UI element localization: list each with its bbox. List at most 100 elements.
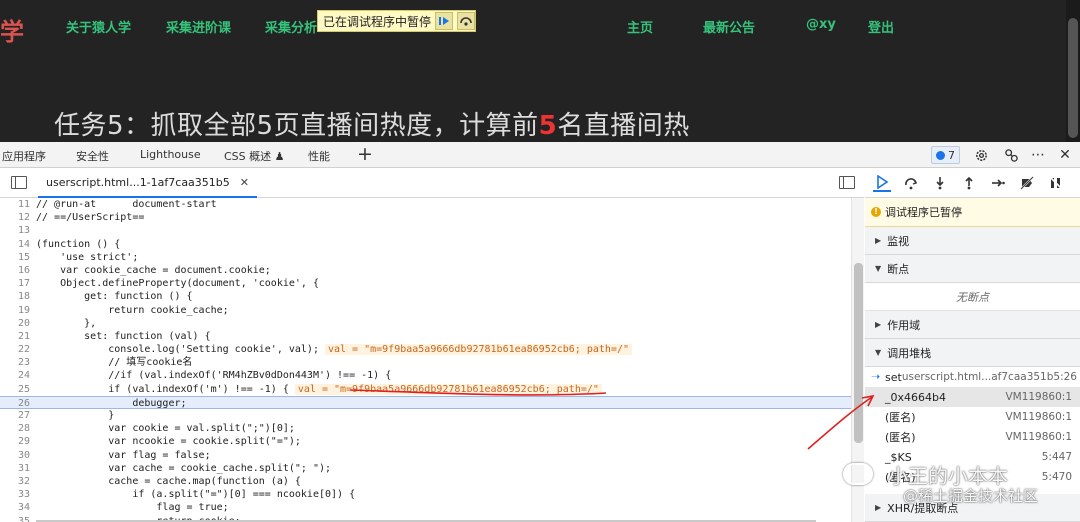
code-line[interactable]: 31 var cache = cookie_cache.split("; "); [0, 462, 851, 475]
line-number[interactable]: 18 [0, 290, 36, 303]
nav-link-logout[interactable]: 登出 [868, 17, 894, 36]
code-line[interactable]: 25 if (val.indexOf('m') !== -1) {val = "… [0, 383, 851, 396]
code-line[interactable]: 18 get: function () { [0, 290, 851, 303]
add-tab-icon[interactable]: + [357, 143, 373, 165]
page-title-text-end: 名直播间热 [557, 111, 690, 141]
call-stack-frame[interactable]: (匿名) VM119860:1 [865, 427, 1080, 447]
section-scope[interactable]: ▶ 作用域 [865, 311, 1080, 339]
code-line[interactable]: 24 //if (val.indexOf('RM4hZBv0dDon443M')… [0, 369, 851, 382]
line-number[interactable]: 16 [0, 264, 36, 277]
pause-on-exceptions-button[interactable] [1047, 174, 1065, 192]
frame-location-link[interactable]: userscript.html...af7caa351b5:26 [902, 371, 1077, 383]
line-number[interactable]: 11 [0, 198, 36, 211]
nav-link-advanced-course[interactable]: 采集进阶课 [166, 17, 231, 36]
line-number[interactable]: 30 [0, 449, 36, 462]
line-number[interactable]: 23 [0, 356, 36, 369]
code-line[interactable]: 34 flag = true; [0, 501, 851, 514]
line-number[interactable]: 33 [0, 488, 36, 501]
line-number[interactable]: 17 [0, 277, 36, 290]
line-number[interactable]: 25 [0, 383, 36, 396]
nav-link-analysis[interactable]: 采集分析 [265, 17, 317, 36]
code-line[interactable]: 21 set: function (val) { [0, 330, 851, 343]
tab-lighthouse[interactable]: Lighthouse [140, 148, 201, 161]
page-title-highlight: 5 [538, 111, 558, 141]
line-number[interactable]: 22 [0, 343, 36, 356]
code-line[interactable]: 26 debugger; [0, 395, 851, 409]
call-stack-frame[interactable]: _0x4664b4 VM119860:1 [865, 387, 1080, 407]
code-scrollbar-thumb[interactable] [854, 263, 863, 443]
line-number[interactable]: 24 [0, 369, 36, 382]
code-line[interactable]: 30 var flag = false; [0, 449, 851, 462]
line-number[interactable]: 15 [0, 251, 36, 264]
code-line[interactable]: 12// ==/UserScript== [0, 211, 851, 224]
code-line[interactable]: 19 return cookie_cache; [0, 304, 851, 317]
code-line[interactable]: 13 [0, 224, 851, 237]
frame-location-link[interactable]: VM119860:1 [1005, 391, 1072, 403]
step-into-button[interactable] [931, 174, 949, 192]
code-line[interactable]: 32 cache = cache.map(function (a) { [0, 475, 851, 488]
code-line[interactable]: 27 } [0, 409, 851, 422]
line-number[interactable]: 19 [0, 304, 36, 317]
tab-security[interactable]: 安全性 [76, 148, 109, 164]
line-number[interactable]: 35 [0, 515, 36, 522]
toggle-debugger-sidebar-icon[interactable] [839, 176, 855, 189]
issues-counter[interactable]: 7 [931, 146, 960, 164]
code-text: var flag = false; [36, 449, 211, 461]
line-number[interactable]: 31 [0, 462, 36, 475]
call-stack-frame[interactable]: ➝ set userscript.html...af7caa351b5:26 [865, 367, 1080, 387]
close-devtools-icon[interactable]: ✕ [1055, 145, 1075, 165]
line-number[interactable]: 32 [0, 475, 36, 488]
line-number[interactable]: 34 [0, 501, 36, 514]
deactivate-breakpoints-button[interactable] [1018, 174, 1036, 192]
code-line[interactable]: 16 var cookie_cache = document.cookie; [0, 264, 851, 277]
code-line[interactable]: 33 if (a.split("=")[0] === ncookie[0]) { [0, 488, 851, 501]
code-line[interactable]: 14 (function () { [0, 238, 851, 251]
step-out-button[interactable] [960, 174, 978, 192]
line-number[interactable]: 28 [0, 422, 36, 435]
section-watch[interactable]: ▶ 监视 [865, 227, 1080, 255]
nav-link-user[interactable]: @xy [806, 17, 836, 32]
code-line[interactable]: 29 var ncookie = cookie.split("="); [0, 435, 851, 448]
frame-location-link[interactable]: VM119860:1 [1005, 431, 1072, 443]
code-line[interactable]: 15 'use strict'; [0, 251, 851, 264]
resume-button[interactable] [435, 12, 454, 30]
page-scrollbar[interactable] [1066, 0, 1080, 142]
toggle-navigator-icon[interactable] [11, 176, 27, 189]
line-number[interactable]: 27 [0, 409, 36, 422]
connected-devices-icon[interactable] [1001, 145, 1021, 165]
section-call-stack[interactable]: ▼ 调用堆栈 [865, 339, 1080, 367]
tab-application[interactable]: 应用程序 [2, 148, 46, 164]
close-tab-icon[interactable]: ✕ [240, 176, 249, 189]
tab-css-overview[interactable]: CSS 概述 ♟ [224, 148, 285, 164]
line-number[interactable]: 13 [0, 224, 36, 237]
more-options-icon[interactable]: ⋯ [1028, 145, 1048, 165]
page-scrollbar-thumb[interactable] [1068, 18, 1078, 138]
code-line[interactable]: 20 }, [0, 317, 851, 330]
line-number[interactable]: 29 [0, 435, 36, 448]
step-over-next-button[interactable] [902, 174, 920, 192]
frame-location-link[interactable]: VM119860:1 [1005, 411, 1072, 423]
code-editor[interactable]: 11// @run-at document-start 12// ==/UserS… [0, 198, 851, 522]
line-number[interactable]: 20 [0, 317, 36, 330]
call-stack-frame[interactable]: (匿名) VM119860:1 [865, 407, 1080, 427]
nav-link-about[interactable]: 关于猿人学 [66, 17, 131, 36]
site-logo[interactable]: 学 [0, 12, 24, 47]
step-over-button[interactable] [457, 12, 476, 30]
resume-execution-button[interactable] [873, 174, 891, 192]
step-button[interactable] [989, 174, 1007, 192]
nav-link-announcements[interactable]: 最新公告 [703, 17, 755, 36]
code-line[interactable]: 11// @run-at document-start [0, 198, 851, 211]
code-line[interactable]: 28 var cookie = val.split(";")[0]; [0, 422, 851, 435]
watermark-line-2: @稀土掘金技术社区 [903, 487, 1039, 505]
code-line[interactable]: 22 console.log('Setting cookie', val); va… [0, 343, 851, 356]
settings-gear-icon[interactable] [971, 145, 991, 165]
section-breakpoints[interactable]: ▼ 断点 [865, 255, 1080, 283]
tab-performance[interactable]: 性能 [308, 148, 330, 164]
line-number[interactable]: 14 [0, 238, 36, 251]
line-number[interactable]: 21 [0, 330, 36, 343]
file-tab-userscript[interactable]: userscript.html...1-1af7caa351b5 ✕ [38, 168, 257, 198]
line-number[interactable]: 12 [0, 211, 36, 224]
code-line[interactable]: 17 Object.defineProperty(document, 'cook… [0, 277, 851, 290]
code-line[interactable]: 23 // 填写cookie名 [0, 356, 851, 369]
nav-link-home[interactable]: 主页 [627, 17, 653, 36]
